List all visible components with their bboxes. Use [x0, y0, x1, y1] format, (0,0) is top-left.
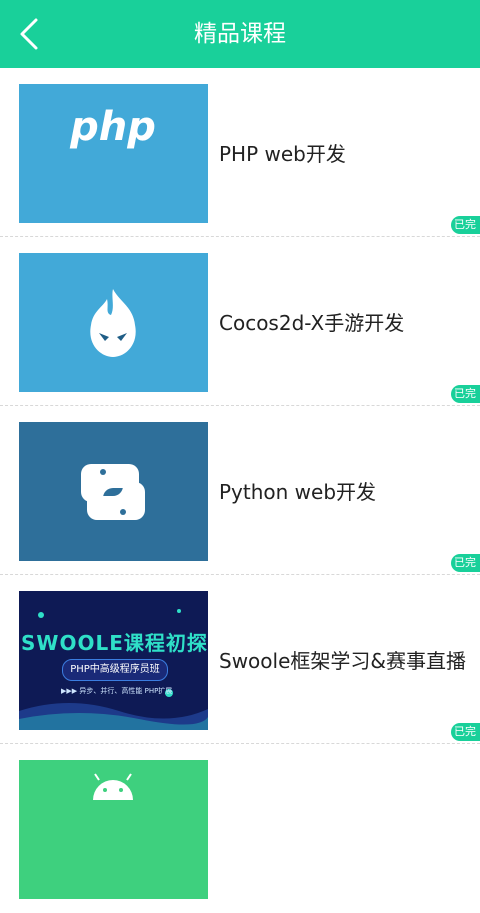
android-logo-icon: [93, 773, 133, 800]
course-list: php PHP web开发 已完 Cocos2d-X手游开发 已完 Python…: [0, 68, 480, 913]
thumbnail-title: SWOOLE课程初探: [21, 631, 208, 655]
course-thumbnail-php: php: [19, 84, 208, 223]
course-title: Swoole框架学习&赛事直播: [219, 649, 466, 673]
course-item[interactable]: [0, 744, 480, 913]
svg-text:php: php: [69, 104, 156, 150]
php-logo-icon: php: [69, 104, 156, 150]
status-badge: 已完: [451, 723, 480, 741]
course-thumbnail-android: [19, 760, 208, 899]
course-item[interactable]: SWOOLE课程初探 PHP中高级程序员班 ▶▶▶ 异步、并行、高性能 PHP扩…: [0, 575, 480, 744]
course-item[interactable]: php PHP web开发 已完: [0, 68, 480, 237]
page-title: 精品课程: [194, 21, 286, 47]
course-thumbnail-cocos: [19, 253, 208, 392]
course-title: Python web开发: [219, 480, 377, 504]
status-badge: 已完: [451, 216, 480, 234]
course-thumbnail-swoole: SWOOLE课程初探 PHP中高级程序员班 ▶▶▶ 异步、并行、高性能 PHP扩…: [19, 591, 208, 730]
top-bar: 精品课程: [0, 0, 480, 68]
course-item[interactable]: Python web开发 已完: [0, 406, 480, 575]
thumbnail-subtitle: PHP中高级程序员班: [62, 659, 168, 681]
cocos-logo-icon: [90, 289, 136, 357]
python-logo-icon: [81, 464, 145, 520]
course-title: PHP web开发: [219, 142, 346, 166]
status-badge: 已完: [451, 554, 480, 572]
course-title: Cocos2d-X手游开发: [219, 311, 405, 335]
thumbnail-description: ▶▶▶ 异步、并行、高性能 PHP扩展: [61, 687, 173, 695]
status-badge: 已完: [451, 385, 480, 403]
course-item[interactable]: Cocos2d-X手游开发 已完: [0, 237, 480, 406]
course-thumbnail-python: [19, 422, 208, 561]
